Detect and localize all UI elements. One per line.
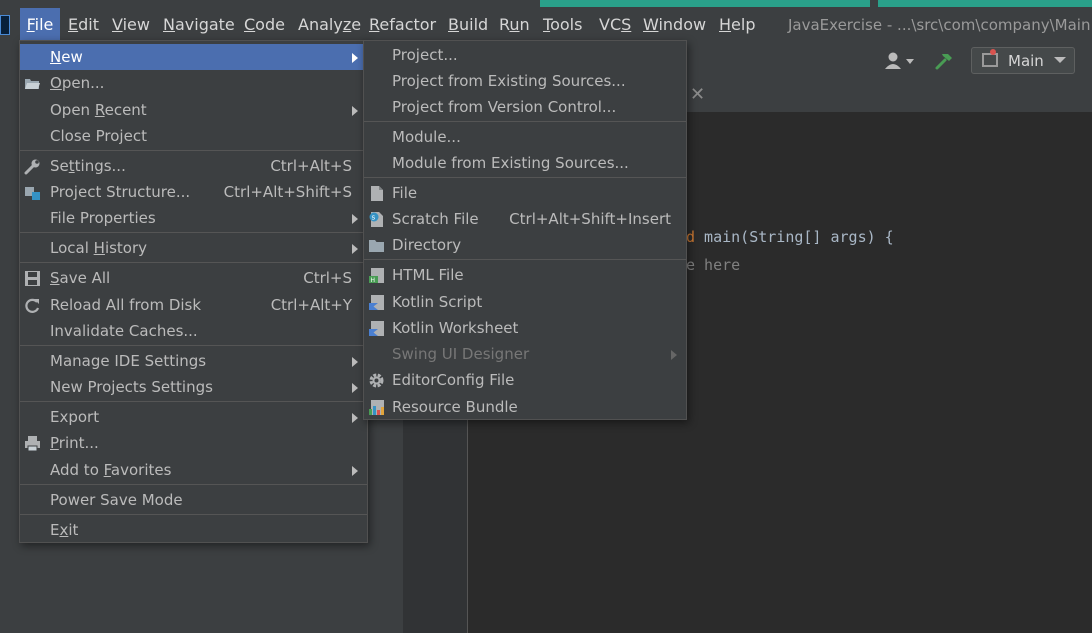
new-menu-file[interactable]: File: [364, 180, 686, 206]
toolbar-strip-right: [878, 0, 1092, 7]
gear-icon: [369, 373, 384, 388]
menu-separator: [20, 232, 367, 233]
menu-separator: [364, 259, 686, 260]
menu-tools[interactable]: Tools: [543, 8, 582, 40]
menu-separator: [20, 150, 367, 151]
file-menu-close-project[interactable]: Close Project: [20, 123, 367, 149]
file-menu-add-to-favorites[interactable]: Add to Favorites: [20, 457, 367, 483]
file-menu-reload[interactable]: Reload All from Disk Ctrl+Alt+Y: [20, 292, 367, 318]
menu-edit[interactable]: Edit: [68, 8, 99, 40]
new-menu-module-existing-sources[interactable]: Module from Existing Sources...: [364, 150, 686, 176]
file-menu: New Open... Open Recent Close Project Se…: [19, 40, 368, 543]
submenu-arrow-icon: [671, 350, 677, 360]
file-menu-export[interactable]: Export: [20, 404, 367, 430]
menu-separator: [20, 262, 367, 263]
submenu-arrow-icon: [352, 214, 358, 224]
window-title: JavaExercise - ...\src\com\company\Main.…: [788, 16, 1092, 34]
menu-refactor[interactable]: Refactor: [369, 8, 436, 40]
new-submenu: Project... Project from Existing Sources…: [363, 40, 687, 420]
file-menu-manage-ide-settings[interactable]: Manage IDE Settings: [20, 348, 367, 374]
new-menu-project[interactable]: Project...: [364, 42, 686, 68]
ide-window: File Edit View Navigate Code Analyze Ref…: [0, 0, 1092, 633]
file-menu-exit[interactable]: Exit: [20, 517, 367, 543]
menu-help[interactable]: Help: [719, 8, 755, 40]
folder-icon: [369, 240, 384, 252]
kotlin-icon: [369, 295, 384, 310]
run-config-icon: [982, 49, 998, 67]
intellij-logo-icon: [0, 15, 10, 35]
save-icon: [25, 271, 40, 286]
menu-navigate[interactable]: Navigate: [163, 8, 235, 40]
file-menu-file-properties[interactable]: File Properties: [20, 205, 367, 231]
code-line-main: d main(String[] args) {: [686, 228, 894, 246]
resource-bundle-icon: [369, 400, 384, 415]
file-menu-settings[interactable]: Settings... Ctrl+Alt+S: [20, 153, 367, 179]
toolbar-strip: [540, 0, 870, 7]
new-menu-project-existing-sources[interactable]: Project from Existing Sources...: [364, 68, 686, 94]
wrench-icon: [24, 159, 40, 175]
new-menu-swing-ui-designer[interactable]: Swing UI Designer: [364, 341, 686, 367]
svg-text:s: s: [372, 214, 376, 222]
html-file-icon: H: [369, 268, 384, 284]
new-menu-project-vcs[interactable]: Project from Version Control...: [364, 94, 686, 120]
run-config-label: Main: [1008, 52, 1044, 70]
tab-close-icon[interactable]: ✕: [690, 84, 705, 105]
file-menu-open-recent[interactable]: Open Recent: [20, 97, 367, 123]
file-menu-save-all[interactable]: Save All Ctrl+S: [20, 265, 367, 291]
new-menu-kotlin-script[interactable]: Kotlin Script: [364, 289, 686, 315]
menu-separator: [20, 401, 367, 402]
menu-vcs[interactable]: VCS: [599, 8, 631, 40]
submenu-arrow-icon: [352, 244, 358, 254]
submenu-arrow-icon: [352, 106, 358, 116]
menu-separator: [364, 177, 686, 178]
new-menu-directory[interactable]: Directory: [364, 232, 686, 258]
new-menu-html-file[interactable]: H HTML File: [364, 262, 686, 288]
new-menu-scratch-file[interactable]: s Scratch File Ctrl+Alt+Shift+Insert: [364, 206, 686, 232]
file-menu-invalidate-caches[interactable]: Invalidate Caches...: [20, 318, 367, 344]
submenu-arrow-icon: [352, 413, 358, 423]
submenu-arrow-icon: [352, 53, 358, 63]
refresh-icon: [25, 298, 40, 313]
menu-separator: [20, 514, 367, 515]
folder-open-icon: [25, 79, 40, 89]
scratch-file-icon: s: [369, 212, 383, 227]
new-menu-editorconfig-file[interactable]: EditorConfig File: [364, 367, 686, 393]
menu-file[interactable]: File: [20, 8, 60, 40]
new-menu-kotlin-worksheet[interactable]: Kotlin Worksheet: [364, 315, 686, 341]
file-icon: [371, 186, 383, 201]
file-menu-project-structure[interactable]: Project Structure... Ctrl+Alt+Shift+S: [20, 179, 367, 205]
project-structure-icon: [25, 187, 40, 200]
submenu-arrow-icon: [352, 383, 358, 393]
menu-separator: [364, 121, 686, 122]
menu-build[interactable]: Build: [448, 8, 488, 40]
submenu-arrow-icon: [352, 357, 358, 367]
file-menu-new[interactable]: New: [20, 44, 367, 70]
menubar: File Edit View Navigate Code Analyze Ref…: [0, 0, 1092, 40]
code-line-comment: e here: [686, 256, 741, 274]
menu-separator: [20, 484, 367, 485]
menu-window[interactable]: Window: [643, 8, 706, 40]
tool-window-strip: [0, 40, 15, 633]
new-menu-resource-bundle[interactable]: Resource Bundle: [364, 394, 686, 420]
submenu-arrow-icon: [352, 466, 358, 476]
file-menu-new-projects-settings[interactable]: New Projects Settings: [20, 374, 367, 400]
file-menu-print[interactable]: Print...: [20, 430, 367, 456]
menu-view[interactable]: View: [112, 8, 150, 40]
file-menu-open[interactable]: Open...: [20, 70, 367, 96]
new-menu-module[interactable]: Module...: [364, 124, 686, 150]
menu-run[interactable]: Run: [499, 8, 530, 40]
file-menu-power-save-mode[interactable]: Power Save Mode: [20, 487, 367, 513]
file-menu-local-history[interactable]: Local History: [20, 235, 367, 261]
printer-icon: [25, 436, 40, 452]
kotlin-icon: [369, 321, 384, 336]
menu-analyze[interactable]: Analyze: [298, 8, 361, 40]
run-config-selector[interactable]: Main: [971, 47, 1075, 74]
chevron-down-icon: [1054, 57, 1066, 63]
menu-code[interactable]: Code: [244, 8, 285, 40]
svg-text:H: H: [371, 277, 376, 284]
build-hammer-icon[interactable]: [934, 51, 954, 71]
user-account-icon[interactable]: [884, 51, 918, 71]
menu-separator: [20, 345, 367, 346]
